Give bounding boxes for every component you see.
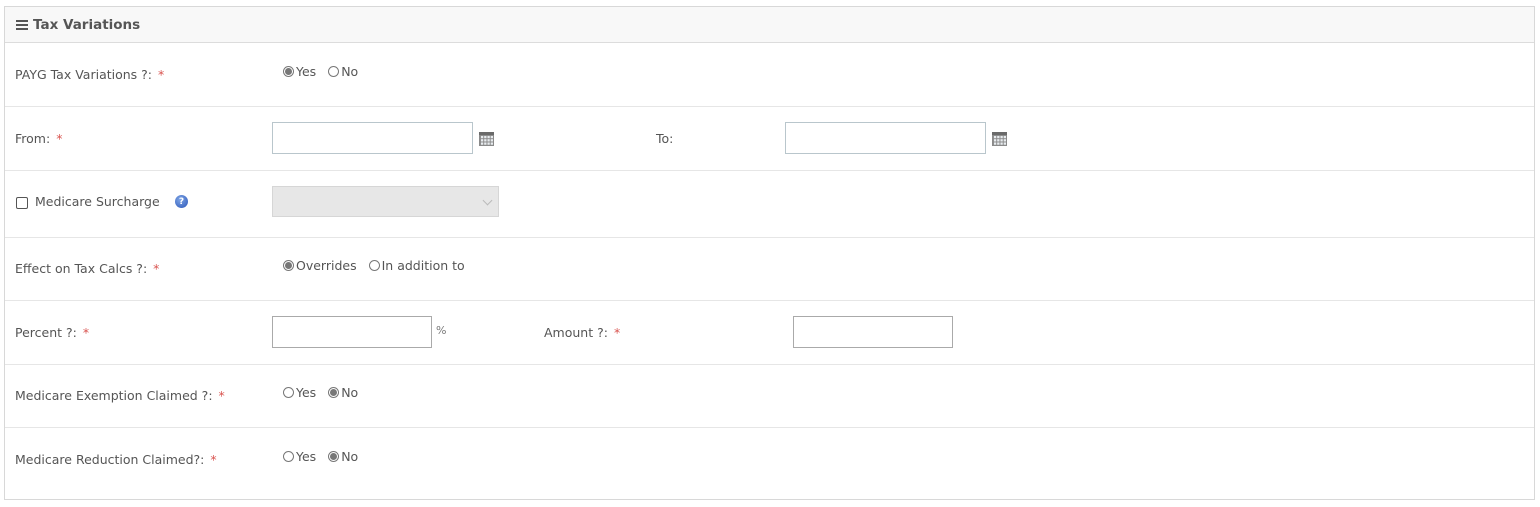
amount-label: Amount ?: * <box>544 325 621 340</box>
radio-label: No <box>341 64 359 79</box>
panel-header: Tax Variations <box>5 7 1534 43</box>
overrides-radio[interactable]: Overrides <box>283 258 357 273</box>
from-date-input[interactable] <box>272 122 473 154</box>
medicare-exemption-label: Medicare Exemption Claimed ?: * <box>15 388 225 403</box>
amount-input[interactable] <box>793 316 953 348</box>
required-marker: * <box>210 452 217 467</box>
required-marker: * <box>158 67 165 82</box>
radio-label: Yes <box>296 64 317 79</box>
effect-on-tax-calcs-row: Effect on Tax Calcs ?: * Overrides In add… <box>5 238 1534 301</box>
medicare-exemption-row: Medicare Exemption Claimed ?: * Yes No <box>5 365 1534 428</box>
medicare-exemption-radio-group: Yes No <box>283 385 370 400</box>
in-addition-to-radio[interactable]: In addition to <box>368 258 465 273</box>
radio-label: No <box>341 449 359 464</box>
exemption-no-radio[interactable]: No <box>328 385 358 400</box>
payg-tax-variations-label: PAYG Tax Variations ?: * <box>15 67 165 82</box>
medicare-reduction-radio-group: Yes No <box>283 449 370 464</box>
percent-unit: % <box>436 324 447 337</box>
to-date-input[interactable] <box>785 122 986 154</box>
medicare-surcharge-label: Medicare Surcharge <box>35 194 160 209</box>
radio-label: Overrides <box>296 258 357 273</box>
radio-dot[interactable] <box>368 260 380 271</box>
radio-dot[interactable] <box>283 260 294 271</box>
percent-amount-row: Percent ?: * % Amount ?: * <box>5 301 1534 365</box>
medicare-surcharge-row: Medicare Surcharge ? <box>5 171 1534 238</box>
medicare-surcharge-select[interactable] <box>272 186 499 217</box>
from-calendar-icon[interactable] <box>479 132 494 146</box>
percent-label: Percent ?: * <box>15 325 90 340</box>
required-marker: * <box>82 325 90 340</box>
exemption-yes-radio[interactable]: Yes <box>283 385 316 400</box>
help-icon[interactable]: ? <box>175 195 188 208</box>
radio-label: No <box>341 385 359 400</box>
radio-label: In addition to <box>381 258 465 273</box>
required-marker: * <box>613 325 621 340</box>
panel-title: Tax Variations <box>33 16 141 33</box>
radio-label: Yes <box>296 449 317 464</box>
radio-dot[interactable] <box>328 66 340 77</box>
date-range-row: From: * To: <box>5 107 1534 171</box>
required-marker: * <box>153 261 160 276</box>
effect-on-tax-calcs-radio-group: Overrides In addition to <box>283 258 477 273</box>
to-label: To: <box>656 131 674 146</box>
reduction-no-radio[interactable]: No <box>328 449 358 464</box>
payg-no-radio[interactable]: No <box>328 64 358 79</box>
radio-label: Yes <box>296 385 317 400</box>
effect-on-tax-calcs-label: Effect on Tax Calcs ?: * <box>15 261 160 276</box>
to-calendar-icon[interactable] <box>992 132 1007 146</box>
radio-dot[interactable] <box>328 451 340 462</box>
medicare-reduction-label: Medicare Reduction Claimed?: * <box>15 452 217 467</box>
percent-input[interactable] <box>272 316 432 348</box>
chevron-down-icon <box>482 195 493 206</box>
reduction-yes-radio[interactable]: Yes <box>283 449 316 464</box>
payg-tax-variations-radio-group: Yes No <box>283 64 370 79</box>
tax-variations-panel: Tax Variations PAYG Tax Variations ?: * Y… <box>4 6 1535 500</box>
radio-dot[interactable] <box>283 66 294 77</box>
radio-dot[interactable] <box>283 451 294 462</box>
payg-yes-radio[interactable]: Yes <box>283 64 316 79</box>
medicare-surcharge-checkbox[interactable] <box>16 197 28 209</box>
from-label: From: * <box>15 131 63 146</box>
medicare-reduction-row: Medicare Reduction Claimed?: * Yes No <box>5 428 1534 500</box>
hamburger-icon[interactable] <box>16 19 28 30</box>
radio-dot[interactable] <box>328 387 340 398</box>
payg-tax-variations-row: PAYG Tax Variations ?: * Yes No <box>5 43 1534 107</box>
required-marker: * <box>218 388 225 403</box>
radio-dot[interactable] <box>283 387 294 398</box>
required-marker: * <box>56 131 63 146</box>
